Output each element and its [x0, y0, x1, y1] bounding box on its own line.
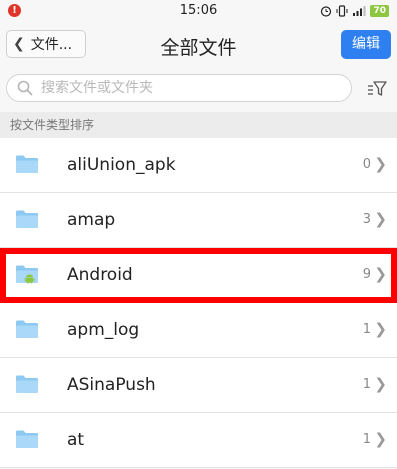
status-bar: ! 15:06 70	[0, 0, 397, 22]
file-item-at[interactable]: at 1 ❯	[0, 413, 397, 468]
battery-icon: 70	[370, 5, 389, 17]
folder-icon	[16, 155, 38, 173]
folder-icon	[16, 210, 38, 228]
file-item-amap[interactable]: amap 3 ❯	[0, 193, 397, 248]
search-input[interactable]	[41, 80, 321, 96]
folder-icon	[16, 430, 38, 448]
file-item-android[interactable]: Android 9 ❯	[0, 248, 397, 303]
search-icon	[17, 80, 33, 96]
file-list: aliUnion_apk 0 ❯ amap 3 ❯ Android 9 ❯ ap…	[0, 138, 397, 468]
vibrate-icon	[336, 5, 348, 17]
chevron-right-icon: ❯	[374, 320, 387, 338]
chevron-right-icon: ❯	[374, 375, 387, 393]
file-count: 1	[362, 322, 371, 337]
file-name: ASinaPush	[67, 375, 156, 395]
file-count: 1	[362, 377, 371, 392]
chevron-right-icon: ❯	[374, 430, 387, 448]
file-name: apm_log	[67, 320, 140, 340]
folder-icon	[16, 320, 38, 338]
status-icons: 70	[320, 3, 389, 19]
nav-bar: ❮ 文件... 全部文件 编辑	[0, 22, 397, 68]
filter-icon[interactable]	[367, 80, 387, 98]
file-name: Android	[67, 265, 133, 285]
chevron-right-icon: ❯	[374, 265, 387, 283]
file-count: 9	[362, 267, 371, 282]
file-item-asinapush[interactable]: ASinaPush 1 ❯	[0, 358, 397, 413]
edit-button[interactable]: 编辑	[341, 30, 391, 59]
chevron-right-icon: ❯	[374, 155, 387, 173]
search-row	[0, 68, 397, 112]
alarm-icon	[321, 6, 332, 17]
file-count: 0	[362, 157, 371, 172]
search-box[interactable]	[6, 74, 352, 102]
chevron-right-icon: ❯	[374, 210, 387, 228]
file-item-aliunion-apk[interactable]: aliUnion_apk 0 ❯	[0, 138, 397, 193]
file-count: 1	[362, 432, 371, 447]
signal-icon	[353, 6, 366, 16]
android-folder-icon	[16, 265, 38, 284]
sort-section-header: 按文件类型排序	[0, 112, 397, 138]
file-item-apm-log[interactable]: apm_log 1 ❯	[0, 303, 397, 358]
file-name: aliUnion_apk	[67, 155, 176, 175]
file-name: at	[67, 430, 85, 450]
page-title: 全部文件	[160, 37, 237, 59]
folder-icon	[16, 375, 38, 393]
file-count: 3	[362, 212, 371, 227]
file-name: amap	[67, 210, 116, 230]
